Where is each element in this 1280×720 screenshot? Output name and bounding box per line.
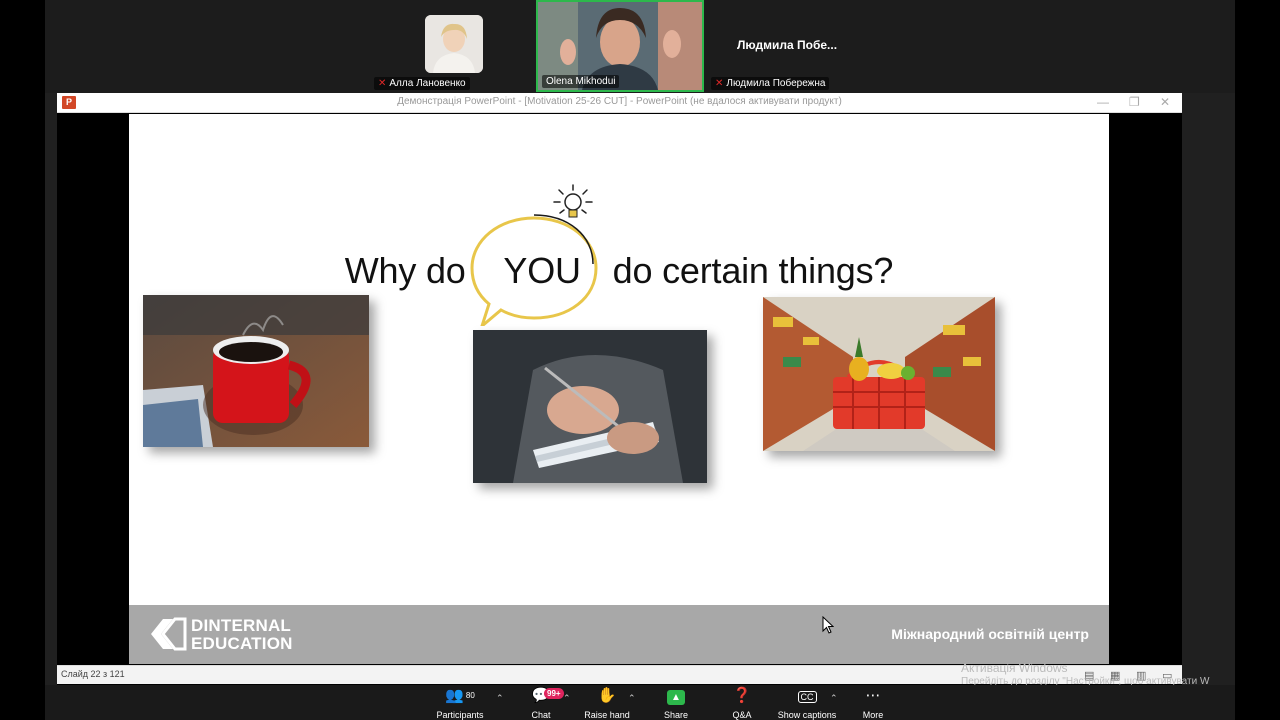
participant-display-name: Людмила Побе... [737,38,838,52]
participants-label: Participants [436,710,484,720]
participants-caret-icon[interactable]: ⌃ [496,693,504,704]
mouse-pointer-icon [822,616,834,634]
restore-icon[interactable]: ❐ [1129,95,1140,109]
participants-count: 80 [465,691,475,700]
show-captions-label: Show captions [777,710,837,720]
more-button[interactable]: ⋯ More [840,687,906,720]
captions-caret-icon[interactable]: ⌃ [830,693,838,704]
participant-name-text: Людмила Побережна [726,78,826,89]
writing-notes-photo [473,330,707,483]
chat-badge: 99+ [544,688,564,699]
more-label: More [862,710,884,720]
grocery-basket-photo [763,297,995,451]
share-label: Share [663,710,689,720]
dinternal-logo-icon [151,617,187,651]
raise-hand-label: Raise hand [584,710,630,720]
share-button[interactable]: ▲ Share [643,687,709,720]
chat-caret-icon[interactable]: ⌃ [563,693,571,704]
slide-title-after: do certain things? [612,250,894,291]
participant-avatar [425,15,483,73]
muted-mic-icon: ✕ [715,78,724,89]
participant-name: ✕ Людмила Побережна [711,77,830,90]
qa-icon: ❓ [732,687,752,704]
participants-icon: 👥 80 [445,687,475,704]
footer-label: Міжнародний освітній центр [891,626,1089,642]
logo-text-line2: EDUCATION [191,634,293,653]
right-margin [1182,0,1235,720]
participant-name: ✕ Алла Лановенко [374,77,470,90]
participant-name: Olena Mikhodui [542,75,620,88]
participant-name-text: Olena Mikhodui [546,76,616,87]
more-icon: ⋯ [865,687,881,704]
minimize-icon[interactable]: — [1097,95,1109,109]
close-icon[interactable]: ✕ [1160,95,1170,109]
slide-title-highlight: YOU [503,250,581,291]
qa-label: Q&A [732,710,752,720]
window-title: Демонстрація PowerPoint - [Motivation 25… [397,96,842,107]
chat-label: Chat [531,710,551,720]
participant-tile[interactable]: Людмила Побе... ✕ Людмила Побережна [707,0,867,92]
watermark-line1: Активація Windows [961,661,1068,675]
powerpoint-window: P Демонстрація PowerPoint - [Motivation … [57,93,1209,687]
participant-tile[interactable]: ✕ Алла Лановенко [370,0,530,92]
video-gallery: ✕ Алла Лановенко Olena Mikhodui Людмила … [45,0,1235,93]
slide-title-before: Why do [344,250,466,291]
muted-mic-icon: ✕ [378,78,387,89]
participants-button[interactable]: 👥 80 Participants [427,687,493,720]
coffee-cup-photo [143,295,369,447]
logo-text-line1: DINTERNAL [191,616,292,635]
participant-name-text: Алла Лановенко [389,78,466,89]
lightbulb-icon [553,184,593,218]
left-margin [45,0,57,720]
slide-counter: Слайд 22 з 121 [61,669,125,679]
slide-canvas: Why do YOU do certain things? DINTERNAL … [129,114,1109,664]
zoom-meeting-window: ✕ Алла Лановенко Olena Mikhodui Людмила … [0,0,1280,720]
raise-hand-caret-icon[interactable]: ⌃ [628,693,636,704]
slide-footer: DINTERNAL EDUCATION Міжнародний освітній… [129,605,1109,664]
meeting-toolbar: 👥 80 Participants ⌃ 💬 99+ Chat ⌃ ✋ Raise … [45,685,1235,720]
share-screen-icon: ▲ [667,690,685,705]
slide-title: Why do YOU do certain things? [129,250,1109,292]
powerpoint-titlebar: P Демонстрація PowerPoint - [Motivation … [57,93,1182,113]
active-speaker-tile[interactable]: Olena Mikhodui [536,0,704,92]
qa-button[interactable]: ❓ Q&A [709,687,775,720]
